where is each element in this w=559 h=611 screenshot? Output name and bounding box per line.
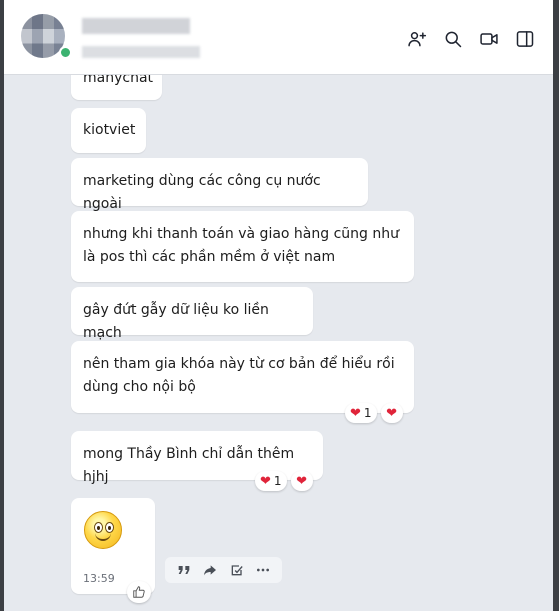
message-text: nhưng khi thanh toán và giao hàng cũng n… [83, 226, 399, 265]
sidebar-toggle-icon[interactable] [515, 29, 535, 49]
like-button[interactable] [127, 581, 151, 603]
message-list[interactable]: manychat kiotviet marketing dùng các côn… [4, 75, 553, 611]
message-text: nên tham gia khóa này từ cơ bản để hiểu … [83, 356, 395, 395]
search-icon[interactable] [443, 29, 463, 49]
reaction-pill[interactable]: ❤ 1 [255, 471, 287, 491]
message-text: gây đứt gẫy dữ liệu ko liền mạch [83, 302, 269, 341]
quote-icon[interactable] [175, 561, 193, 579]
message-hover-toolbar [165, 557, 282, 583]
online-status-dot [59, 46, 72, 59]
more-icon[interactable] [254, 561, 272, 579]
heart-icon: ❤ [296, 473, 307, 489]
forward-icon[interactable] [201, 561, 219, 579]
add-member-icon[interactable] [407, 29, 427, 49]
task-icon[interactable] [228, 561, 246, 579]
message-text: marketing dùng các công cụ nước ngoài [83, 173, 321, 212]
contact-name[interactable]: ████████ [82, 18, 190, 34]
message-text: manychat [83, 75, 154, 86]
mouth [95, 531, 111, 541]
smiley-sticker-icon [84, 511, 122, 549]
heart-icon: ❤ [260, 473, 271, 489]
reaction-bar: ❤ 1 ❤ [255, 471, 313, 491]
header-actions [407, 29, 535, 49]
reaction-bar: ❤ 1 ❤ [345, 403, 403, 423]
reaction-count: 1 [363, 406, 372, 420]
reaction-pill[interactable]: ❤ 1 [345, 403, 377, 423]
chat-header: ████████ ████████ ██ [4, 0, 553, 75]
chat-window: ████████ ████████ ██ manychat kiotviet m… [0, 0, 559, 611]
video-call-icon[interactable] [479, 29, 499, 49]
sticker-message[interactable]: 13:59 [71, 498, 155, 594]
add-reaction-button[interactable]: ❤ [290, 471, 313, 491]
contact-status: ████████ ██ [82, 46, 200, 58]
reaction-count: 1 [273, 474, 282, 488]
message-bubble[interactable]: nhưng khi thanh toán và giao hàng cũng n… [71, 211, 414, 282]
heart-icon: ❤ [350, 405, 361, 421]
message-bubble[interactable]: kiotviet [71, 108, 146, 153]
message-bubble[interactable]: gây đứt gẫy dữ liệu ko liền mạch [71, 287, 313, 341]
heart-icon: ❤ [386, 405, 397, 421]
window-border-right [553, 0, 559, 611]
thumbs-up-icon [133, 586, 145, 598]
message-text: kiotviet [83, 122, 136, 138]
message-bubble[interactable]: manychat [71, 75, 162, 100]
message-time: 13:59 [83, 572, 115, 585]
add-reaction-button[interactable]: ❤ [380, 403, 403, 423]
message-bubble[interactable]: marketing dùng các công cụ nước ngoài [71, 158, 368, 212]
